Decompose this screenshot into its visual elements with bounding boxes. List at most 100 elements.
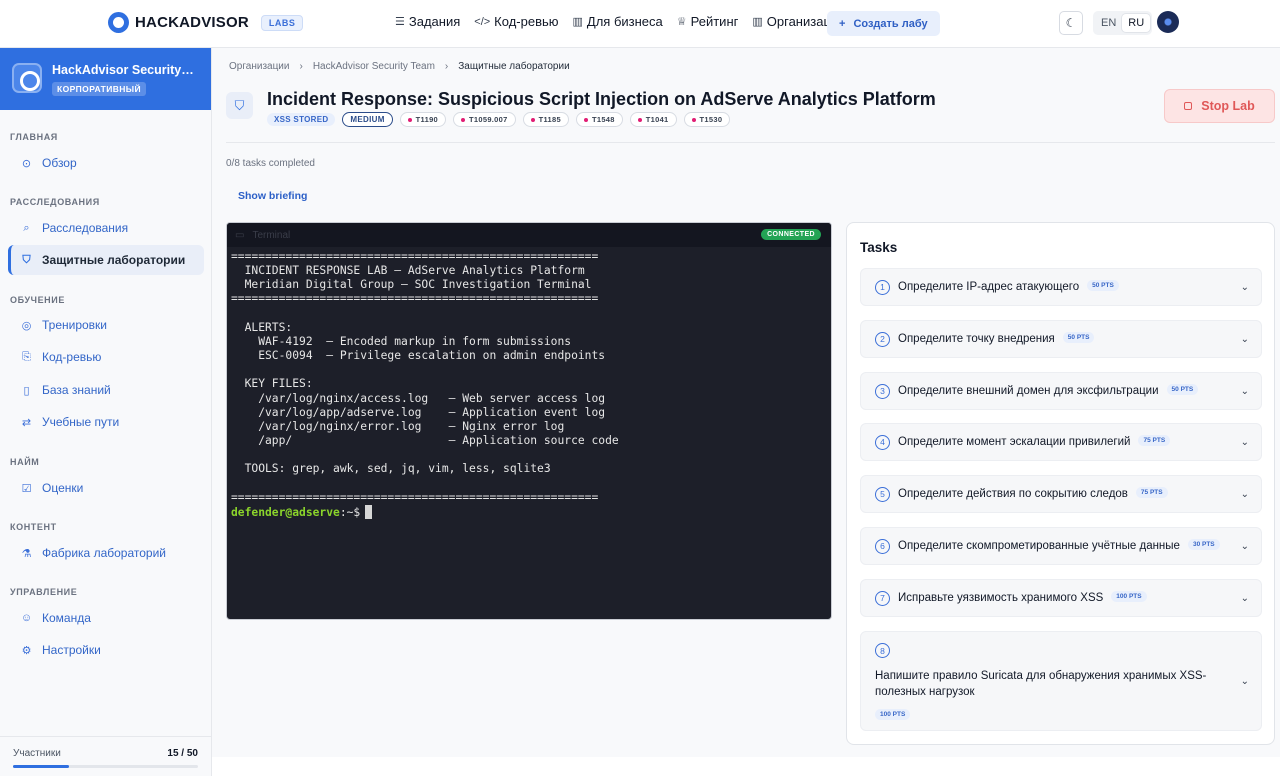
task-points-badge: 75 PTS [1135,487,1168,499]
org-name: HackAdvisor Security… [52,63,194,77]
file-search-icon: ⎘ [22,350,31,363]
stop-lab-button[interactable]: Stop Lab [1164,89,1275,123]
members-usage: Участники 15 / 50 [0,736,211,776]
task-points-badge: 50 PTS [1166,384,1199,396]
task-item[interactable]: 3 Определите внешний домен для эксфильтр… [860,372,1262,410]
gear-icon: ⚙ [21,644,32,657]
sidebar-item-overview[interactable]: ⊙ Обзор [8,148,204,178]
section-title-management: УПРАВЛЕНИЕ [10,587,78,597]
sidebar-item-settings[interactable]: ⚙ Настройки [8,635,204,665]
sidebar-item-label: Расследования [42,221,129,235]
task-label: Определите момент эскалации привилегий [898,436,1131,448]
task-label: Определите IP-адрес атакующего [898,281,1080,293]
create-lab-label: Создать лабу [853,17,928,30]
nav-label: Код-ревью [494,14,559,29]
nav-code-review[interactable]: </> Код-ревью [474,14,558,29]
nav-rating[interactable]: ♕ Рейтинг [677,14,739,29]
chevron-down-icon: ⌄ [1240,540,1249,552]
search-doc-icon: ⌕ [23,221,30,234]
nav-label: Для бизнеса [586,14,663,29]
dot-icon [461,117,466,122]
task-item[interactable]: 2 Определите точку внедрения 50 PTS ⌄ [860,320,1262,358]
prompt-user: defender@adserve [231,505,340,519]
lang-ru-button[interactable]: RU [1122,14,1151,32]
task-number: 5 [875,486,890,502]
top-navbar: HACKADVISOR LABS ☰ Задания </> Код-ревью ▥… [0,0,1280,48]
main-nav: ☰ Задания </> Код-ревью ▥ Для бизнеса ♕ Рейт… [395,14,845,29]
sidebar-item-code-review[interactable]: ⎘ Код-ревью [8,342,204,372]
sidebar-item-trainings[interactable]: ◎ Тренировки [8,310,204,340]
page-title: Incident Response: Suspicious Script Inj… [267,89,936,109]
task-number: 7 [875,590,890,606]
dot-icon [530,117,535,122]
sidebar-item-knowledge-base[interactable]: ▯ База знаний [8,375,204,405]
nav-tasks[interactable]: ☰ Задания [395,14,460,29]
labs-badge: LABS [260,14,304,31]
book-icon: ▯ [23,384,30,397]
section-title-content: КОНТЕНТ [10,522,57,532]
route-icon: ⇄ [21,416,32,429]
ttp-badge: T1190 [399,112,447,127]
task-label: Напишите правило Suricata для обнаружени… [875,670,1207,698]
clipboard-check-icon: ☑ [21,482,32,495]
nav-business[interactable]: ▥ Для бизнеса [573,14,663,29]
ttp-badge: T1530 [683,112,731,127]
terminal[interactable]: ▭ Terminal CONNECTED ===================… [226,222,832,620]
ttp-badge: T1041 [629,112,677,127]
sidebar-item-label: Защитные лаборатории [42,253,186,267]
org-plan-badge: КОРПОРАТИВНЫЙ [52,82,147,96]
task-points-badge: 30 PTS [1187,539,1220,551]
building-icon: ▥ [752,16,763,28]
user-avatar[interactable] [1157,11,1179,33]
chevron-down-icon: ⌄ [1240,436,1249,448]
terminal-label: Terminal [252,229,291,241]
sidebar-item-learning-paths[interactable]: ⇄ Учебные пути [8,407,204,437]
members-progress-fill [13,765,69,768]
create-lab-button[interactable]: + Создать лабу [827,11,940,36]
task-points-badge: 50 PTS [1087,280,1119,292]
dot-icon [407,117,412,122]
sidebar-item-label: База знаний [42,383,111,397]
task-number: 2 [875,331,890,347]
stop-lab-label: Stop Lab [1201,99,1255,113]
connection-status-badge: CONNECTED [761,229,821,240]
compass-icon: ⊙ [21,157,32,170]
stop-icon [1184,102,1193,110]
sidebar-item-defense-labs[interactable]: ⛉ Защитные лаборатории [8,245,204,275]
task-item[interactable]: 4 Определите момент эскалации привилегий… [860,423,1262,461]
task-item[interactable]: 8 Напишите правило Suricata для обнаруже… [860,631,1262,731]
task-points-badge: 100 PTS [875,709,911,720]
lang-en-button[interactable]: EN [1095,14,1122,32]
chevron-down-icon: ⌄ [1240,592,1249,604]
language-switcher: EN RU [1093,11,1153,35]
task-item[interactable]: 5 Определите действия по сокрытию следов… [860,475,1262,513]
sidebar-item-label: Тренировки [42,318,108,332]
terminal-icon: ▭ [235,229,245,241]
ttp-label: T1190 [415,115,439,124]
breadcrumb-org[interactable]: HackAdvisor Security Team [313,61,435,72]
members-count: 15 / 50 [167,748,198,759]
theme-toggle-button[interactable]: ☾ [1059,11,1083,35]
target-icon: ◎ [21,319,32,332]
sidebar-item-assessments[interactable]: ☑ Оценки [8,473,204,503]
shield-icon: ⛉ [22,253,31,266]
brand-logo[interactable]: HACKADVISOR LABS [108,12,304,33]
breadcrumb: Организации › HackAdvisor Security Team … [229,61,570,72]
breadcrumb-organizations[interactable]: Организации [229,61,289,72]
sidebar-item-lab-factory[interactable]: ⚗ Фабрика лабораторий [8,538,204,568]
task-points-badge: 100 PTS [1111,591,1147,603]
sidebar-item-investigations[interactable]: ⌕ Расследования [8,213,204,243]
show-briefing-button[interactable]: Show briefing [238,190,307,202]
building-icon: ▥ [572,16,583,28]
nav-label: Рейтинг [690,14,739,29]
task-item[interactable]: 6 Определите скомпрометированные учётные… [860,527,1262,565]
lab-shield-icon: ⛉ [226,92,253,119]
brand-name: HACKADVISOR [135,14,249,31]
task-item[interactable]: 7 Исправьте уязвимость хранимого XSS 100 … [860,579,1262,617]
org-switcher[interactable]: HackAdvisor Security… КОРПОРАТИВНЫЙ [0,48,211,110]
chevron-down-icon: ⌄ [1240,676,1249,687]
sidebar-item-team[interactable]: ☺ Команда [8,603,204,633]
task-item[interactable]: 1 Определите IP-адрес атакующего 50 PTS ⌄ [860,268,1262,306]
terminal-prompt[interactable]: defender@adserve:~$ [231,505,373,519]
trophy-icon: ♕ [676,16,687,28]
